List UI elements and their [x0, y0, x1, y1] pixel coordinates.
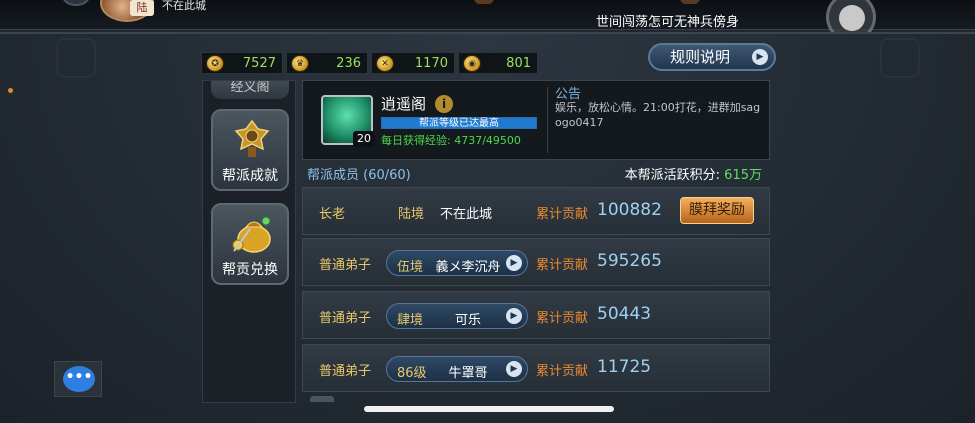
- member-row[interactable]: 普通弟子 86级 牛罩哥 ▶ 累计贡献 11725: [302, 344, 770, 392]
- list-scroll-tab[interactable]: [310, 396, 334, 402]
- member-rank: 普通弟子: [319, 364, 372, 379]
- top-decoration-left: [474, 0, 494, 4]
- contribution-label: 累计贡献: [536, 207, 589, 222]
- guild-level-status: 帮派等级已达最高: [419, 118, 499, 129]
- medal-coin-icon: ✪: [206, 55, 224, 72]
- member-realm: 陆境: [398, 207, 425, 222]
- corner-ornament-icon: [56, 38, 96, 78]
- side-menu-item-top[interactable]: 经义阁: [211, 81, 289, 99]
- info-icon[interactable]: i: [435, 95, 453, 113]
- currency-value: 236: [336, 55, 361, 71]
- currency-item: ♛ 236: [286, 52, 368, 74]
- notification-dot-icon: [8, 88, 13, 93]
- guild-info-box: 20 逍遥阁 i 帮派等级已达最高 每日获得经验: 4737/49500 公告 …: [302, 80, 770, 160]
- money-bag-icon: [232, 216, 271, 253]
- currency-bar: ✪ 7527 ♛ 236 ✕ 1170 ◉ 801: [201, 52, 538, 74]
- member-row[interactable]: 长老 陆境 不在此城 累计贡献 100882 膜拜奖励: [302, 187, 770, 235]
- member-realm: 伍境: [397, 260, 424, 275]
- member-rank: 普通弟子: [319, 258, 372, 273]
- guild-level-badge: 20: [353, 131, 375, 147]
- member-row[interactable]: 普通弟子 伍境 義メ李沉舟 ▶ 累计贡献 595265: [302, 238, 770, 286]
- currency-item: ◉ 801: [458, 52, 538, 74]
- activity-score: 本帮派活跃积分: 615万: [625, 164, 762, 183]
- member-profile-pill[interactable]: 肆境 可乐 ▶: [386, 303, 528, 329]
- assist-orb-icon: [839, 5, 865, 31]
- contribution-exchange-button[interactable]: 帮贡兑换: [211, 203, 289, 285]
- activity-score-label: 本帮派活跃积分:: [624, 168, 721, 183]
- member-list[interactable]: 长老 陆境 不在此城 累计贡献 100882 膜拜奖励 普通弟子 伍境 義メ李沉…: [302, 185, 770, 403]
- helmet-coin-icon: ♛: [291, 55, 309, 72]
- member-list-header: 帮派成员 (60/60) 本帮派活跃积分: 615万: [302, 161, 770, 183]
- chat-bubble-icon: •••: [63, 366, 95, 392]
- member-profile-pill[interactable]: 伍境 義メ李沉舟 ▶: [386, 250, 528, 276]
- contribution-label: 累计贡献: [536, 364, 589, 379]
- side-menu: 经义阁 帮派成就 帮贡兑换: [202, 80, 296, 403]
- notice-text: 娱乐，放松心情。21:00打花，进群加sagogo0417: [555, 101, 761, 129]
- dragon-coin-icon: ◉: [463, 55, 481, 72]
- rules-button[interactable]: 规则说明 ▶: [648, 43, 776, 71]
- activity-score-value: 615万: [724, 168, 762, 183]
- contribution-value: 100882: [597, 200, 662, 220]
- top-decoration-right: [680, 0, 700, 4]
- location-status-text: 不在此城: [162, 0, 206, 12]
- member-count: 帮派成员 (60/60): [307, 168, 411, 183]
- home-indicator[interactable]: [364, 406, 614, 412]
- member-name: 可乐: [454, 313, 481, 328]
- daily-exp-text: 每日获得经验: 4737/49500: [381, 134, 521, 147]
- play-arrow-icon: ▶: [506, 308, 522, 324]
- guild-achievement-label: 帮派成就: [222, 168, 278, 184]
- member-rank: 长老: [319, 207, 346, 222]
- contribution-label: 累计贡献: [536, 311, 589, 326]
- contribution-label: 累计贡献: [536, 258, 589, 273]
- play-arrow-icon: ▶: [506, 361, 522, 377]
- contribution-value: 595265: [597, 251, 662, 271]
- currency-value: 7527: [242, 55, 276, 71]
- member-realm: 86级: [397, 366, 427, 381]
- marquee-text: 世间闯荡怎可无神兵傍身: [596, 15, 740, 30]
- notice-divider: [547, 87, 548, 153]
- guild-emblem-icon[interactable]: 20: [321, 95, 375, 147]
- corner-ornament-icon: [880, 38, 920, 78]
- play-arrow-icon: ▶: [506, 255, 522, 271]
- member-name: 義メ李沉舟: [435, 260, 501, 275]
- avatar-realm-tag: 陆: [130, 0, 154, 16]
- contribution-value: 11725: [597, 357, 652, 377]
- currency-item: ✪ 7527: [201, 52, 283, 74]
- currency-item: ✕ 1170: [371, 52, 455, 74]
- contribution-value: 50443: [597, 304, 652, 324]
- member-name: 牛罩哥: [448, 366, 488, 381]
- member-row[interactable]: 普通弟子 肆境 可乐 ▶ 累计贡献 50443: [302, 291, 770, 339]
- guild-achievement-button[interactable]: 帮派成就: [211, 109, 289, 191]
- currency-value: 1170: [414, 55, 448, 71]
- member-profile-pill[interactable]: 86级 牛罩哥 ▶: [386, 356, 528, 382]
- crossed-weapons-coin-icon: ✕: [376, 55, 394, 72]
- member-name: 不在此城: [440, 207, 493, 222]
- top-left-circle-button[interactable]: [62, 0, 90, 6]
- member-realm: 肆境: [397, 313, 424, 328]
- medal-icon: [234, 119, 270, 157]
- chat-button[interactable]: •••: [54, 361, 102, 397]
- guild-name: 逍遥阁: [381, 95, 427, 113]
- play-arrow-icon: ▶: [752, 49, 768, 65]
- member-rank: 普通弟子: [319, 311, 372, 326]
- currency-value: 801: [506, 55, 531, 71]
- contribution-exchange-label: 帮贡兑换: [222, 262, 278, 278]
- worship-reward-button[interactable]: 膜拜奖励: [680, 197, 754, 224]
- guild-level-bar: 帮派等级已达最高: [381, 117, 537, 129]
- rules-button-label: 规则说明: [670, 48, 731, 66]
